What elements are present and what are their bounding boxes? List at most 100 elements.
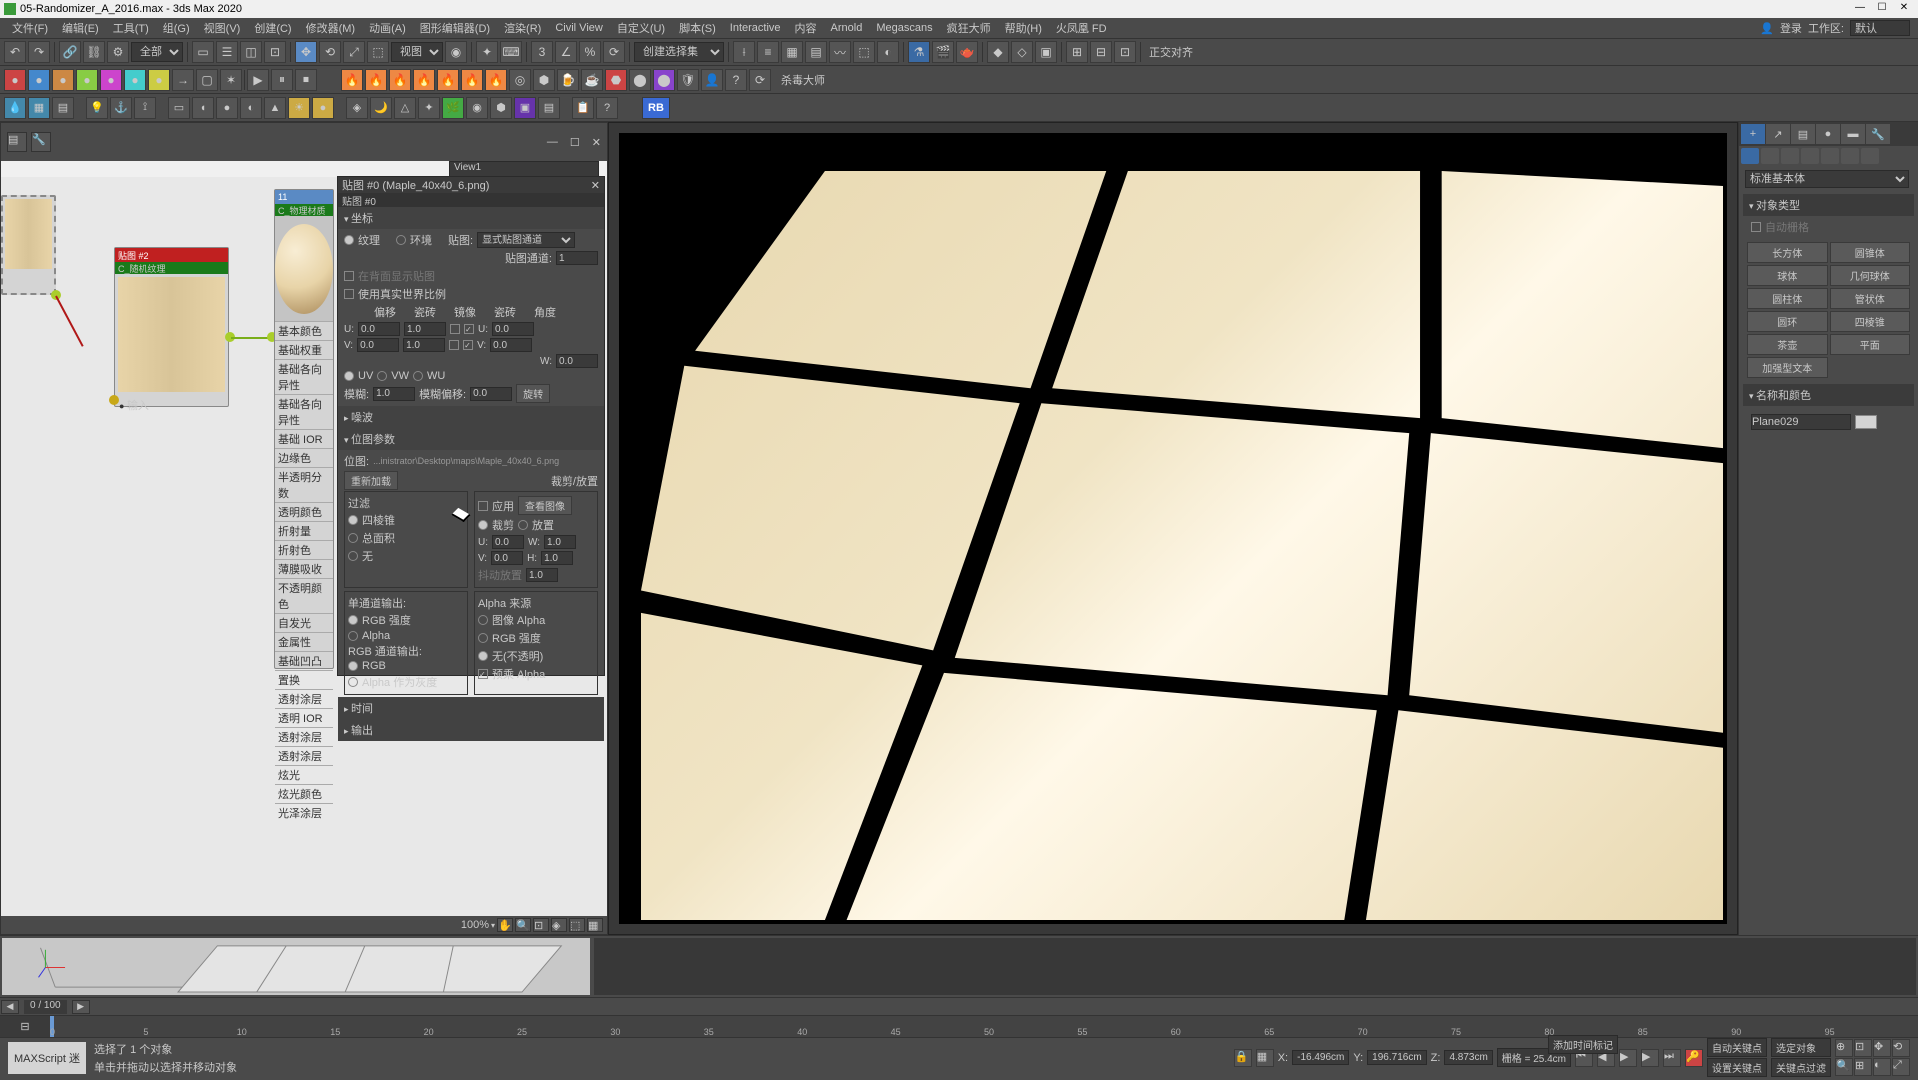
radio-place[interactable] [518, 520, 528, 530]
nav-2-icon[interactable]: ⊡ [1854, 1039, 1872, 1057]
material-slot[interactable]: 基础凹凸 [275, 651, 333, 670]
filter-none[interactable] [348, 551, 358, 561]
rb-button[interactable]: RB [642, 97, 670, 119]
menu-civilview[interactable]: Civil View [549, 20, 608, 36]
render-button[interactable]: 🫖 [956, 41, 978, 63]
play-next-icon[interactable]: ▶ [1641, 1049, 1659, 1067]
mirror-button[interactable]: ⟊ [733, 41, 755, 63]
subtab-systems-icon[interactable] [1861, 148, 1879, 164]
coord-z[interactable]: 4.873cm [1444, 1050, 1492, 1065]
object-color-swatch[interactable] [1855, 415, 1877, 429]
bluroff-input[interactable] [470, 387, 512, 401]
material-slot[interactable]: 基础各向异性 [275, 359, 333, 394]
subtab-lights-icon[interactable] [1781, 148, 1799, 164]
login-label[interactable]: 登录 [1780, 20, 1802, 36]
alpha-none[interactable] [478, 651, 488, 661]
bind-button[interactable]: ⚙ [107, 41, 129, 63]
maximize-button[interactable]: ☐ [1872, 2, 1892, 16]
t3-23-icon[interactable]: 📋 [572, 97, 594, 119]
tab-display-icon[interactable]: ▬ [1841, 124, 1865, 144]
material-slot[interactable]: 基础 IOR [275, 429, 333, 448]
primitive-button[interactable]: 茶壶 [1747, 334, 1828, 355]
radio-vw[interactable] [377, 371, 387, 381]
misc3-icon[interactable]: 🍺 [557, 69, 579, 91]
t3-2-icon[interactable]: ▦ [28, 97, 50, 119]
chk-autogrid[interactable] [1751, 222, 1761, 232]
nav-5-icon[interactable]: 🔍 [1835, 1058, 1853, 1076]
rgb-rgb[interactable] [348, 661, 358, 671]
mono-alpha[interactable] [348, 631, 358, 641]
selkeys-select[interactable]: 选定对象 [1771, 1038, 1831, 1057]
chk-realworld[interactable] [344, 289, 354, 299]
minimize-button[interactable]: — [1850, 2, 1870, 16]
view-image-button[interactable]: 查看图像 [518, 496, 572, 515]
misc9-icon[interactable]: 👤 [701, 69, 723, 91]
autokey-button[interactable]: 自动关键点 [1707, 1038, 1767, 1057]
sme-close-button[interactable]: ✕ [592, 136, 601, 149]
object-name-input[interactable] [1751, 414, 1851, 430]
menu-create[interactable]: 创建(C) [248, 18, 297, 38]
manipulate-button[interactable]: ✦ [476, 41, 498, 63]
chk-backface[interactable] [344, 271, 354, 281]
nav-4-icon[interactable]: ⟲ [1892, 1039, 1910, 1057]
grid-a-icon[interactable]: ⊞ [1066, 41, 1088, 63]
v-offset[interactable] [357, 338, 399, 352]
u-angle[interactable] [492, 322, 534, 336]
alpha-rgb[interactable] [478, 633, 488, 643]
crop-u[interactable] [492, 535, 524, 549]
addtime-label[interactable]: 添加时间标记 [1548, 1035, 1618, 1054]
nav-7-icon[interactable]: ◐ [1873, 1058, 1891, 1076]
menu-scripting[interactable]: 脚本(S) [673, 18, 722, 38]
ref-coord-select[interactable]: 视图 [391, 42, 443, 62]
percent-snap-button[interactable]: % [579, 41, 601, 63]
schematic-button[interactable]: ⬚ [853, 41, 875, 63]
map-type-select[interactable]: 显式贴图通道 [477, 232, 575, 248]
section-bitmap[interactable]: 位图参数 [338, 428, 604, 450]
nav-8-icon[interactable]: ⤢ [1892, 1058, 1910, 1076]
perspective-viewport[interactable] [608, 122, 1738, 935]
material-slot[interactable]: 炫光颜色 [275, 784, 333, 803]
mono-rgb[interactable] [348, 615, 358, 625]
rollout-name-color[interactable]: 名称和颜色 [1743, 384, 1914, 406]
menu-megascans[interactable]: Megascans [870, 20, 938, 36]
tool-b-icon[interactable]: ◇ [1011, 41, 1033, 63]
t3-16-icon[interactable]: △ [394, 97, 416, 119]
fire1-icon[interactable]: 🔥 [341, 69, 363, 91]
workspace-select[interactable] [1850, 20, 1910, 36]
t3-19-icon[interactable]: ◉ [466, 97, 488, 119]
physical-material-node[interactable]: 11 C_物理材质 基本颜色基础权重基础各向异性基础各向异性基础 IOR边缘色半… [274, 189, 334, 669]
misc2-icon[interactable]: ⬢ [533, 69, 555, 91]
orb4-icon[interactable]: ● [76, 69, 98, 91]
orb2-icon[interactable]: ● [28, 69, 50, 91]
angle-snap-button[interactable]: ∠ [555, 41, 577, 63]
chk-premult[interactable] [478, 669, 488, 679]
orb6-icon[interactable]: ● [124, 69, 146, 91]
t3-3-icon[interactable]: ▤ [52, 97, 74, 119]
menu-modifiers[interactable]: 修改器(M) [300, 18, 362, 38]
unlink-button[interactable]: ⛓ [83, 41, 105, 63]
ribbon-button[interactable]: ▤ [805, 41, 827, 63]
params-close-icon[interactable]: ✕ [591, 179, 600, 192]
subtab-cameras-icon[interactable] [1801, 148, 1819, 164]
primitive-category[interactable]: 标准基本体 [1745, 170, 1909, 188]
t3-21-icon[interactable]: ▣ [514, 97, 536, 119]
tool-a-icon[interactable]: ◆ [987, 41, 1009, 63]
port-in-2[interactable] [109, 395, 119, 405]
placement-button[interactable]: ⬚ [367, 41, 389, 63]
fire4-icon[interactable]: 🔥 [413, 69, 435, 91]
material-slot[interactable]: 半透明分数 [275, 467, 333, 502]
menu-animation[interactable]: 动画(A) [363, 18, 412, 38]
section-coordinates[interactable]: 坐标 [338, 207, 604, 229]
menu-customize[interactable]: 自定义(U) [611, 18, 671, 38]
tool-c-icon[interactable]: ▣ [1035, 41, 1057, 63]
rgb-alpha[interactable] [348, 677, 358, 687]
t3-7-icon[interactable]: ▭ [168, 97, 190, 119]
refresh-icon[interactable]: ⟳ [749, 69, 771, 91]
sme-tool1-icon[interactable]: ▤ [7, 132, 27, 152]
material-slot[interactable]: 折射量 [275, 521, 333, 540]
scale-button[interactable]: ⤢ [343, 41, 365, 63]
tab-modify-icon[interactable]: ↗ [1766, 124, 1790, 144]
menu-rendering[interactable]: 渲染(R) [498, 18, 547, 38]
material-slot[interactable]: 透明颜色 [275, 502, 333, 521]
redo-button[interactable]: ↷ [28, 41, 50, 63]
